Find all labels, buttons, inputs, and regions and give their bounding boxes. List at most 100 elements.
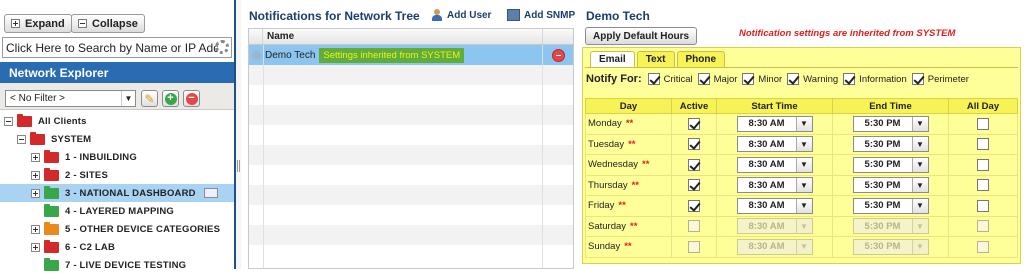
all-day-checkbox[interactable] <box>977 220 989 233</box>
chevron-down-icon[interactable]: ▼ <box>795 178 812 193</box>
tree-node-live-device-testing[interactable]: 7 - LIVE DEVICE TESTING <box>44 256 186 274</box>
start-time-select[interactable]: 8:30 AM ▼ <box>736 177 813 194</box>
all-day-checkbox[interactable] <box>977 138 989 151</box>
collapse-button[interactable]: Collapse <box>71 14 145 33</box>
start-time-select[interactable]: 8:30 AM ▼ <box>736 197 813 214</box>
end-time-select[interactable]: 5:30 PM ▼ <box>852 197 929 214</box>
collapse-toggle-icon[interactable] <box>4 116 13 126</box>
tree-node-other-device-categories[interactable]: 5 - OTHER DEVICE CATEGORIES <box>31 220 220 238</box>
active-checkbox[interactable] <box>688 240 700 253</box>
search-input[interactable]: Click Here to Search by Name or IP Addre… <box>2 37 232 58</box>
checkbox[interactable] <box>787 73 800 85</box>
notify-minor[interactable]: Minor <box>742 73 782 85</box>
end-time-select[interactable]: 5:30 PM ▼ <box>852 238 929 255</box>
chevron-down-icon[interactable]: ▼ <box>911 198 928 213</box>
chevron-down-icon[interactable]: ▼ <box>911 157 928 172</box>
day-label: Wednesday <box>588 159 638 171</box>
checkbox[interactable] <box>697 73 710 85</box>
column-header-name[interactable]: Name <box>263 29 543 44</box>
start-time-select[interactable]: 8:30 AM ▼ <box>736 238 813 255</box>
notify-critical[interactable]: Critical <box>647 73 693 85</box>
tree-node-c2-lab[interactable]: 6 - C2 LAB <box>31 238 115 256</box>
filter-toolbar: < No Filter > ▼ ✎ + − <box>0 83 234 110</box>
active-checkbox[interactable] <box>688 117 700 130</box>
end-time-select[interactable]: 5:30 PM ▼ <box>852 218 929 235</box>
start-time-select[interactable]: 8:30 AM ▼ <box>736 115 813 132</box>
chevron-down-icon[interactable]: ▼ <box>795 239 812 254</box>
filter-select[interactable]: < No Filter > ▼ <box>5 90 136 107</box>
expand-toggle-icon[interactable] <box>31 224 40 234</box>
table-row[interactable]: Demo Tech Settings inherited from SYSTEM <box>249 45 573 65</box>
allday-cell <box>948 154 1018 176</box>
expand-toggle-icon[interactable] <box>31 152 40 162</box>
all-day-checkbox[interactable] <box>977 199 989 212</box>
day-label: Thursday <box>588 179 628 191</box>
active-checkbox[interactable] <box>688 179 700 192</box>
all-day-checkbox[interactable] <box>977 179 989 192</box>
splitter-grip-icon[interactable] <box>237 160 240 172</box>
end-time-select[interactable]: 5:30 PM ▼ <box>852 136 929 153</box>
notify-perimeter[interactable]: Perimeter <box>911 73 969 85</box>
tree-node-system[interactable]: SYSTEM <box>17 130 91 148</box>
chevron-down-icon[interactable]: ▼ <box>911 116 928 131</box>
checkbox[interactable] <box>843 73 856 85</box>
edit-button[interactable]: ✎ <box>141 90 158 107</box>
checkbox[interactable] <box>647 73 660 85</box>
expand-toggle-icon[interactable] <box>31 170 40 180</box>
start-time-select[interactable]: 8:30 AM ▼ <box>736 156 813 173</box>
table-row-empty <box>249 185 573 205</box>
chevron-down-icon[interactable]: ▼ <box>911 239 928 254</box>
add-user-button[interactable]: Add User <box>431 9 491 22</box>
active-checkbox[interactable] <box>688 220 700 233</box>
chevron-down-icon[interactable]: ▼ <box>911 178 928 193</box>
tree-node-layered-mapping[interactable]: 4 - LAYERED MAPPING <box>44 202 174 220</box>
active-checkbox[interactable] <box>688 138 700 151</box>
table-row-empty <box>249 105 573 125</box>
all-day-checkbox[interactable] <box>977 240 989 253</box>
gear-icon[interactable] <box>215 40 229 54</box>
start-time-select[interactable]: 8:30 AM ▼ <box>736 136 813 153</box>
tree-node-all-clients[interactable]: All Clients <box>4 112 87 130</box>
chevron-down-icon[interactable]: ▼ <box>911 219 928 234</box>
end-time-select[interactable]: 5:30 PM ▼ <box>852 177 929 194</box>
tree-node-sites[interactable]: 2 - SITES <box>31 166 108 184</box>
node-menu-icon[interactable] <box>203 188 218 198</box>
chevron-down-icon[interactable]: ▼ <box>795 198 812 213</box>
chevron-down-icon[interactable]: ▼ <box>121 91 135 106</box>
chevron-down-icon[interactable]: ▼ <box>795 116 812 131</box>
all-day-checkbox[interactable] <box>977 117 989 130</box>
expand-toggle-icon[interactable] <box>31 242 40 252</box>
checkbox[interactable] <box>911 73 924 85</box>
chevron-down-icon[interactable]: ▼ <box>795 157 812 172</box>
tree-node-inbuilding[interactable]: 1 - INBUILDING <box>31 148 137 166</box>
tab-phone[interactable]: Phone <box>676 51 726 67</box>
chevron-down-icon[interactable]: ▼ <box>795 137 812 152</box>
expand-toggle-icon[interactable] <box>31 188 40 198</box>
allday-cell <box>948 195 1018 217</box>
apply-default-hours-button[interactable]: Apply Default Hours <box>585 27 698 45</box>
notify-warning[interactable]: Warning <box>787 73 838 85</box>
remove-filter-button[interactable]: − <box>183 90 200 107</box>
add-snmp-button[interactable]: Add SNMP <box>507 9 575 21</box>
end-time-select[interactable]: 5:30 PM ▼ <box>852 115 929 132</box>
start-time-select[interactable]: 8:30 AM ▼ <box>736 218 813 235</box>
panel-splitter[interactable] <box>234 0 241 269</box>
table-row-empty <box>249 165 573 185</box>
notify-major[interactable]: Major <box>697 73 737 85</box>
all-day-checkbox[interactable] <box>977 158 989 171</box>
end-time-select[interactable]: 5:30 PM ▼ <box>852 156 929 173</box>
tab-email[interactable]: Email <box>590 51 635 67</box>
add-filter-button[interactable]: + <box>162 90 179 107</box>
delete-icon[interactable] <box>551 48 565 62</box>
tab-text[interactable]: Text <box>636 51 675 67</box>
chevron-down-icon[interactable]: ▼ <box>911 137 928 152</box>
collapse-toggle-icon[interactable] <box>17 134 26 144</box>
active-checkbox[interactable] <box>688 199 700 212</box>
notify-information[interactable]: Information <box>843 73 907 85</box>
checkbox[interactable] <box>742 73 755 85</box>
day-cell: Wednesday ** <box>585 154 672 176</box>
tree-node-national-dashboard[interactable]: 3 - NATIONAL DASHBOARD <box>0 184 234 202</box>
chevron-down-icon[interactable]: ▼ <box>795 219 812 234</box>
expand-button[interactable]: Expand <box>4 14 72 33</box>
active-checkbox[interactable] <box>688 158 700 171</box>
